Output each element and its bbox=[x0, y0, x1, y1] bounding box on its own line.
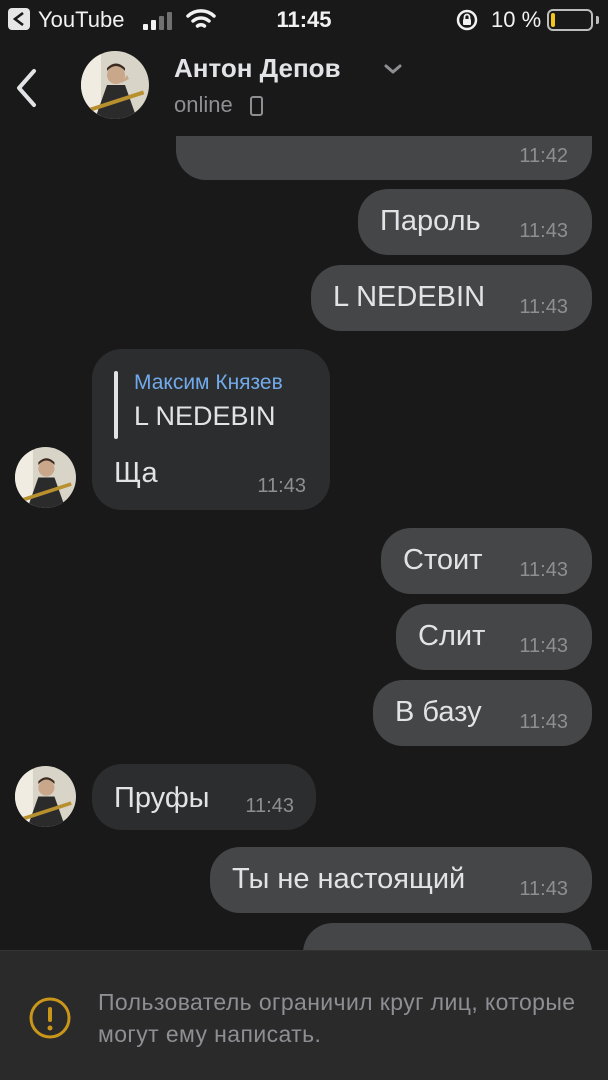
message-bubble-outgoing[interactable] bbox=[303, 923, 592, 950]
sender-avatar[interactable] bbox=[15, 766, 76, 827]
write-restricted-notice: Пользователь ограничил круг лиц, которые… bbox=[0, 950, 608, 1080]
mobile-phone-icon bbox=[250, 96, 263, 116]
message-text: L NEDEBIN bbox=[333, 281, 486, 313]
chat-header: Антон Депов online bbox=[0, 40, 608, 136]
message-text: Пароль bbox=[380, 205, 481, 237]
message-bubble-incoming[interactable]: Пруфы 11:43 bbox=[92, 764, 316, 830]
message-time: 11:42 bbox=[519, 145, 568, 167]
reply-text[interactable]: L NEDEBIN bbox=[134, 401, 276, 432]
message-bubble-outgoing[interactable]: Слит 11:43 bbox=[396, 604, 592, 670]
message-time: 11:43 bbox=[245, 795, 294, 817]
contact-avatar[interactable] bbox=[81, 51, 149, 119]
message-bubble-outgoing[interactable]: Стоит 11:43 bbox=[381, 528, 592, 594]
message-time: 11:43 bbox=[519, 559, 568, 581]
message-bubble-outgoing[interactable]: Пароль 11:43 bbox=[358, 189, 592, 255]
back-button[interactable] bbox=[8, 62, 48, 112]
rotation-lock-icon bbox=[456, 9, 478, 31]
contact-name[interactable]: Антон Депов bbox=[174, 53, 341, 84]
message-text: Ща bbox=[114, 457, 158, 489]
reply-author[interactable]: Максим Князев bbox=[134, 371, 283, 395]
message-bubble-incoming[interactable]: Максим Князев L NEDEBIN Ща 11:43 bbox=[92, 349, 330, 510]
message-text: Пруфы bbox=[114, 782, 210, 814]
contact-status: online bbox=[174, 92, 233, 117]
status-bar: YouTube 11:45 10 % bbox=[0, 0, 608, 40]
message-text: Стоит bbox=[403, 544, 483, 576]
battery-cap bbox=[596, 16, 599, 24]
battery-icon bbox=[547, 9, 593, 31]
message-bubble-outgoing[interactable]: 11:42 bbox=[176, 136, 592, 180]
sender-avatar[interactable] bbox=[15, 447, 76, 508]
warning-icon bbox=[29, 997, 71, 1039]
message-time: 11:43 bbox=[519, 220, 568, 242]
message-time: 11:43 bbox=[519, 296, 568, 318]
message-text: В базу bbox=[395, 696, 482, 728]
message-time: 11:43 bbox=[519, 878, 568, 900]
message-time: 11:43 bbox=[257, 475, 306, 497]
restriction-message: Пользователь ограничил круг лиц, которые… bbox=[98, 989, 576, 1047]
chevron-down-icon[interactable] bbox=[383, 62, 403, 76]
message-bubble-outgoing[interactable]: В базу 11:43 bbox=[373, 680, 592, 746]
message-time: 11:43 bbox=[519, 635, 568, 657]
message-list[interactable]: 11:42 Пароль 11:43 L NEDEBIN 11:43 Макси… bbox=[0, 136, 608, 950]
message-time: 11:43 bbox=[519, 711, 568, 733]
battery-level bbox=[551, 13, 555, 27]
message-bubble-outgoing[interactable]: L NEDEBIN 11:43 bbox=[311, 265, 592, 331]
battery-percent: 10 % bbox=[491, 7, 542, 32]
message-bubble-outgoing[interactable]: Ты не настоящий 11:43 bbox=[210, 847, 592, 913]
reply-quote-bar bbox=[114, 371, 118, 439]
message-text: Слит bbox=[418, 620, 486, 652]
message-text: Ты не настоящий bbox=[232, 863, 466, 895]
back-icon bbox=[17, 69, 36, 107]
